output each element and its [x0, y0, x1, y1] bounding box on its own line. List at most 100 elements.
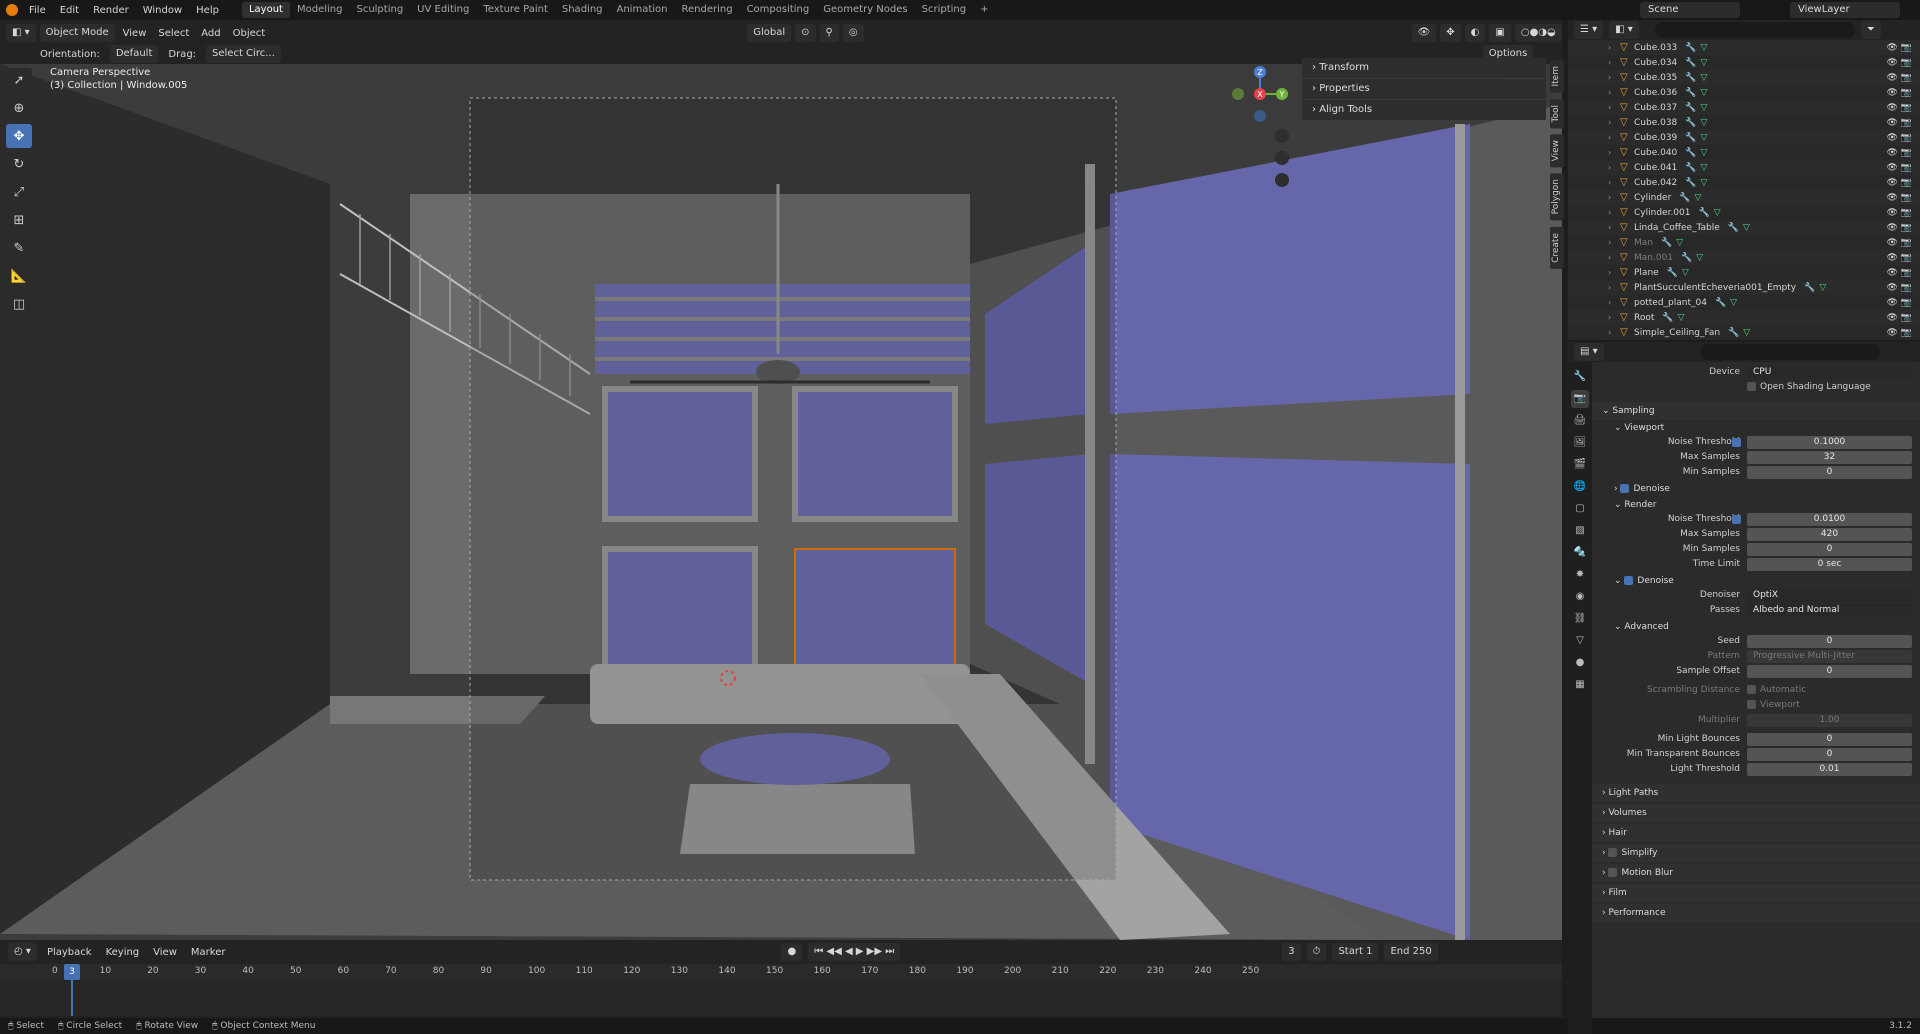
- expand-arrow-icon[interactable]: ›: [1608, 178, 1620, 187]
- outliner-row[interactable]: › ▽ Man.001 🔧 ▽ 👁 📷: [1568, 250, 1920, 265]
- timeline-body[interactable]: [0, 980, 1562, 1016]
- outliner-row[interactable]: › ▽ Root 🔧 ▽ 👁 📷: [1568, 310, 1920, 325]
- mesh-data-icon[interactable]: ▽: [1701, 163, 1708, 173]
- r-time-field[interactable]: 0 sec: [1747, 558, 1912, 571]
- vp-noise-check-icon[interactable]: [1732, 438, 1741, 447]
- modifier-icon[interactable]: 🔧: [1667, 268, 1678, 278]
- automatic-checkbox[interactable]: Automatic: [1747, 685, 1806, 695]
- outliner-row[interactable]: › ▽ Cube.037 🔧 ▽ 👁 📷: [1568, 100, 1920, 115]
- section-sampling[interactable]: ⌄ Sampling: [1592, 402, 1920, 420]
- add-workspace-button[interactable]: +: [973, 2, 995, 18]
- outliner-row[interactable]: › ▽ PlantSucculentEcheveria001_Empty 🔧 ▽ 👁 📷: [1568, 280, 1920, 295]
- orientation-selector[interactable]: Default: [109, 45, 159, 63]
- outliner-row[interactable]: › ▽ Cube.041 🔧 ▽ 👁 📷: [1568, 160, 1920, 175]
- menu-timeline-view[interactable]: View: [149, 947, 181, 958]
- viewport-checkbox[interactable]: Viewport: [1747, 700, 1800, 710]
- playhead[interactable]: [71, 980, 73, 1016]
- playback-controls-icon[interactable]: ⏮ ◀◀ ◀ ▶ ▶▶ ⏭: [808, 943, 901, 961]
- outliner-row[interactable]: › ▽ Cylinder 🔧 ▽ 👁 📷: [1568, 190, 1920, 205]
- r-min-field[interactable]: 0: [1747, 543, 1912, 556]
- add-cube-tool-icon[interactable]: ◫: [6, 292, 32, 316]
- texture-tab-icon[interactable]: ▦: [1571, 676, 1589, 694]
- mesh-data-icon[interactable]: ▽: [1701, 148, 1708, 158]
- pan-hand-icon[interactable]: [1275, 151, 1289, 165]
- light-thresh-field[interactable]: 0.01: [1747, 763, 1912, 776]
- record-icon[interactable]: ●: [781, 943, 803, 961]
- subsection-render[interactable]: ⌄ Render: [1592, 497, 1920, 513]
- outliner-row[interactable]: › ▽ Cube.038 🔧 ▽ 👁 📷: [1568, 115, 1920, 130]
- camera-view-icon[interactable]: [1275, 173, 1289, 187]
- menu-help[interactable]: Help: [189, 5, 226, 16]
- tab-geometry-nodes[interactable]: Geometry Nodes: [816, 2, 914, 18]
- mesh-data-icon[interactable]: ▽: [1678, 313, 1685, 323]
- min-light-field[interactable]: 0: [1747, 733, 1912, 746]
- tab-modeling[interactable]: Modeling: [290, 2, 350, 18]
- gizmo-toggle-icon[interactable]: ✥: [1440, 24, 1461, 42]
- visibility-icon[interactable]: 👁 📷: [1887, 208, 1913, 218]
- drag-selector[interactable]: Select Circ...: [206, 45, 281, 63]
- tab-scripting[interactable]: Scripting: [915, 2, 973, 18]
- constraints-tab-icon[interactable]: ⛓: [1571, 610, 1589, 628]
- properties-editor-type[interactable]: ▤ ▾: [1574, 343, 1604, 361]
- physics-tab-icon[interactable]: ◉: [1571, 588, 1589, 606]
- mesh-data-icon[interactable]: ▽: [1701, 43, 1708, 53]
- tab-polygon[interactable]: Polygon: [1550, 173, 1564, 221]
- denoiser-dropdown[interactable]: OptiX: [1747, 589, 1912, 602]
- transform-orientation-selector[interactable]: Global: [747, 24, 792, 42]
- expand-arrow-icon[interactable]: ›: [1608, 133, 1620, 142]
- expand-arrow-icon[interactable]: ›: [1608, 163, 1620, 172]
- shading-modes-icon[interactable]: ○●◑◒: [1514, 24, 1562, 42]
- object-tab-icon[interactable]: ▧: [1571, 522, 1589, 540]
- output-tab-icon[interactable]: 🖨: [1571, 412, 1589, 430]
- visibility-icon[interactable]: 👁 📷: [1887, 193, 1913, 203]
- modifier-icon[interactable]: 🔧: [1685, 88, 1696, 98]
- subsection-vp-denoise[interactable]: › Denoise: [1592, 481, 1920, 497]
- modifier-icon[interactable]: 🔧: [1685, 43, 1696, 53]
- proportional-edit-icon[interactable]: ◎: [842, 24, 864, 42]
- visibility-icon[interactable]: 👁 📷: [1887, 283, 1913, 293]
- visibility-icon[interactable]: 👁 📷: [1887, 103, 1913, 113]
- outliner-row[interactable]: › ▽ Man 🔧 ▽ 👁 📷: [1568, 235, 1920, 250]
- mesh-data-icon[interactable]: ▽: [1819, 283, 1826, 293]
- move-tool-icon[interactable]: ✥: [6, 124, 32, 148]
- filter-icon[interactable]: ⏷: [1860, 21, 1881, 39]
- simplify-check-icon[interactable]: [1608, 848, 1618, 857]
- sample-offset-field[interactable]: 0: [1747, 665, 1912, 678]
- vp-max-field[interactable]: 32: [1747, 451, 1912, 464]
- automatic-check-icon[interactable]: [1747, 685, 1756, 694]
- section-performance[interactable]: › Performance: [1592, 904, 1920, 922]
- menu-playback[interactable]: Playback: [43, 947, 96, 958]
- collection-tab-icon[interactable]: ▢: [1571, 500, 1589, 518]
- panel-align-tools[interactable]: › Align Tools: [1302, 100, 1546, 120]
- multiplier-field[interactable]: 1.00: [1747, 714, 1912, 727]
- visibility-icon[interactable]: 👁 📷: [1887, 298, 1913, 308]
- tab-item[interactable]: Item: [1550, 60, 1564, 93]
- mesh-data-icon[interactable]: ▽: [1694, 193, 1701, 203]
- expand-arrow-icon[interactable]: ›: [1608, 313, 1620, 322]
- transform-tool-icon[interactable]: ⊞: [6, 208, 32, 232]
- outliner-row[interactable]: › ▽ Linda_Coffee_Table 🔧 ▽ 👁 📷: [1568, 220, 1920, 235]
- tab-compositing[interactable]: Compositing: [740, 2, 817, 18]
- menu-object[interactable]: Object: [229, 28, 270, 39]
- expand-arrow-icon[interactable]: ›: [1608, 328, 1620, 337]
- editor-type-button[interactable]: ◧ ▾: [6, 24, 36, 42]
- timeline-editor-type[interactable]: ◴ ▾: [8, 943, 37, 961]
- r-noise-field[interactable]: 0.0100: [1747, 513, 1912, 526]
- mode-selector[interactable]: Object Mode: [39, 24, 115, 42]
- vp-noise-field[interactable]: 0.1000: [1747, 436, 1912, 449]
- rotate-tool-icon[interactable]: ↻: [6, 152, 32, 176]
- outliner-row[interactable]: › ▽ Cube.036 🔧 ▽ 👁 📷: [1568, 85, 1920, 100]
- outliner-row[interactable]: › ▽ Cube.042 🔧 ▽ 👁 📷: [1568, 175, 1920, 190]
- passes-dropdown[interactable]: Albedo and Normal: [1747, 604, 1912, 617]
- visibility-icon[interactable]: 👁 📷: [1887, 268, 1913, 278]
- visibility-icon[interactable]: 👁 📷: [1887, 313, 1913, 323]
- expand-arrow-icon[interactable]: ›: [1608, 103, 1620, 112]
- outliner-editor-type[interactable]: ☰ ▾: [1574, 21, 1604, 39]
- panel-properties[interactable]: › Properties: [1302, 79, 1546, 99]
- modifier-icon[interactable]: 🔧: [1728, 223, 1739, 233]
- outliner-row[interactable]: › ▽ Simple_Ceiling_Fan 🔧 ▽ 👁 📷: [1568, 325, 1920, 340]
- outliner-row[interactable]: › ▽ Cylinder.001 🔧 ▽ 👁 📷: [1568, 205, 1920, 220]
- viewport-check-icon[interactable]: [1747, 700, 1756, 709]
- mesh-data-icon[interactable]: ▽: [1701, 118, 1708, 128]
- mesh-data-icon[interactable]: ▽: [1701, 178, 1708, 188]
